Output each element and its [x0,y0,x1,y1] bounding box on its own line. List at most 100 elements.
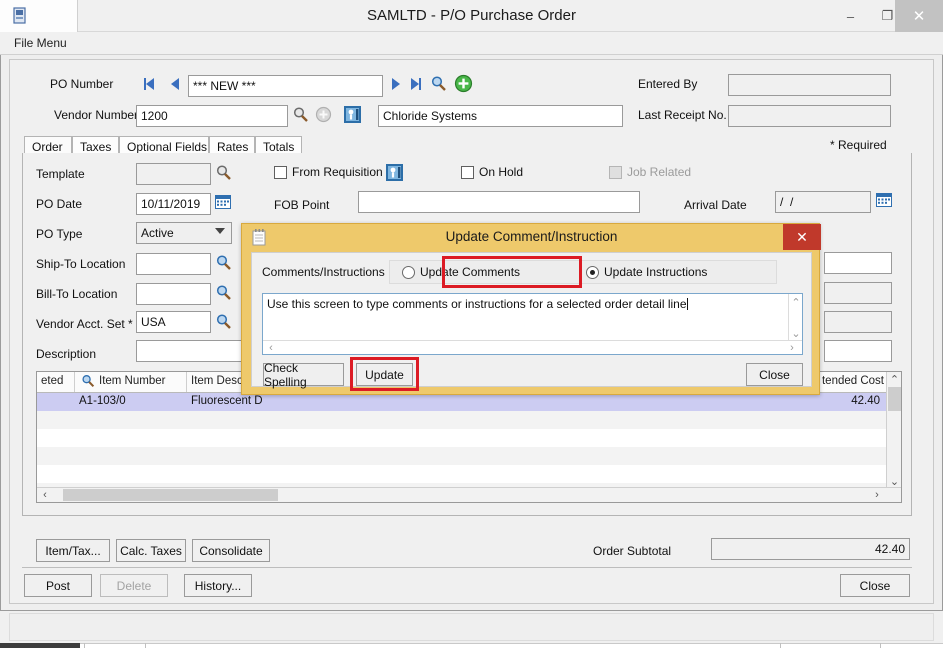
entered-by-input[interactable] [728,74,891,96]
order-subtotal-value: 42.40 [711,538,910,560]
table-row[interactable] [37,465,888,483]
po-type-select[interactable]: Active [136,222,232,244]
grid-scroll-up-icon[interactable]: ⌃ [887,372,902,386]
tab-rates-label: Rates [217,140,249,154]
menu-bar: File Menu [0,32,943,55]
new-record-icon[interactable] [454,74,473,93]
po-type-value: Active [141,226,174,240]
grid-scroll-down-icon[interactable]: ⌄ [887,474,902,488]
grid-hscroll-thumb[interactable] [63,489,278,501]
footer-divider [22,567,912,568]
on-hold-checkbox-box [461,165,474,179]
table-row[interactable] [37,447,888,465]
po-number-label: PO Number [50,77,114,91]
po-date-input[interactable] [136,193,211,215]
template-input[interactable] [136,163,211,185]
dialog-close-icon[interactable]: ✕ [783,224,821,250]
tab-optional-fields-label: Optional Fields [127,140,208,154]
fob-point-label: FOB Point [274,198,330,212]
fob-point-input[interactable] [358,191,640,213]
update-instructions-highlight [442,256,582,288]
taskbar-accent [0,643,80,648]
delete-button: Delete [100,574,168,597]
close-button[interactable]: Close [840,574,910,597]
vendor-acct-set-input[interactable] [136,311,211,333]
ship-to-location-input[interactable] [136,253,211,275]
grid-scroll-right-icon[interactable]: › [869,488,885,502]
window-title: SAMLTD - P/O Purchase Order [367,7,576,24]
order-subtotal-label: Order Subtotal [593,544,672,558]
template-finder-icon[interactable] [215,164,232,181]
item-tax-button[interactable]: Item/Tax... [36,539,110,562]
first-record-icon[interactable] [142,76,157,92]
last-record-icon[interactable] [408,76,423,92]
description-input[interactable] [136,340,246,362]
bill-to-location-input[interactable] [136,283,211,305]
grid-horizontal-scrollbar[interactable]: ‹ › [37,487,901,502]
textarea-vertical-scrollbar[interactable]: ⌃ ⌄ [788,294,802,341]
textarea-horizontal-scrollbar[interactable]: ‹ › [263,340,802,354]
grid-scroll-left-icon[interactable]: ‹ [37,488,53,502]
comment-textarea-wrapper[interactable]: Use this screen to type comments or inst… [262,293,803,355]
grid-vscroll-thumb[interactable] [888,387,901,411]
title-bar: SAMLTD - P/O Purchase Order – ❐ ✕ [0,0,943,32]
vendor-name-input[interactable] [378,105,623,127]
consolidate-button[interactable]: Consolidate [192,539,270,562]
vendor-acct-set-finder-icon[interactable] [215,313,232,330]
textarea-scroll-down-icon[interactable]: ⌄ [789,327,803,340]
textarea-scroll-up-icon[interactable]: ⌃ [789,296,803,309]
table-row[interactable]: A1-103/0 Fluorescent D 42.40 [37,393,888,411]
history-button[interactable]: History... [184,574,252,597]
bill-to-finder-icon[interactable] [215,284,232,301]
post-button[interactable]: Post [24,574,92,597]
on-hold-checkbox[interactable]: On Hold [461,165,523,179]
minimize-button[interactable]: – [832,0,869,32]
vendor-zoom-detail-icon[interactable] [343,105,362,124]
grid-col-completed[interactable]: eted [37,372,75,392]
next-record-icon[interactable] [388,76,403,92]
arrival-date-calendar-icon[interactable] [876,192,892,208]
vendor-number-input[interactable] [136,105,288,127]
job-related-checkbox-box [609,165,622,179]
taskbar-tick [780,643,781,648]
update-instructions-radio[interactable]: Update Instructions [586,265,707,279]
comment-textarea[interactable]: Use this screen to type comments or inst… [267,297,767,311]
requisition-zoom-detail-icon[interactable] [385,163,404,182]
textarea-scroll-right-icon[interactable]: › [786,341,798,355]
po-number-input[interactable] [188,75,383,97]
table-row[interactable] [37,411,888,429]
po-date-label: PO Date [36,197,83,211]
from-requisition-checkbox[interactable]: From Requisition [274,165,383,179]
hidden-field-3[interactable] [824,311,892,333]
comment-text-value: Use this screen to type comments or inst… [267,297,687,311]
calc-taxes-button[interactable]: Calc. Taxes [116,539,186,562]
po-date-calendar-icon[interactable] [215,194,231,210]
dialog-close-button[interactable]: Close [746,363,803,386]
vendor-new-icon[interactable] [315,106,332,123]
ship-to-finder-icon[interactable] [215,254,232,271]
previous-record-icon[interactable] [168,76,183,92]
from-requisition-label: From Requisition [292,165,383,179]
arrival-date-input[interactable] [775,191,871,213]
textarea-scroll-left-icon[interactable]: ‹ [265,341,277,355]
on-hold-label: On Hold [479,165,524,179]
vendor-finder-icon[interactable] [292,106,309,123]
grid-vertical-scrollbar[interactable]: ⌃ ⌄ [886,372,901,488]
table-row[interactable] [37,429,888,447]
cell-item-number: A1-103/0 [79,395,126,407]
tab-order-label: Order [32,140,63,154]
grid-item-number-finder-icon[interactable] [81,374,95,388]
hidden-field-4[interactable] [824,340,892,362]
po-number-finder-icon[interactable] [430,75,447,92]
vendor-number-label: Vendor Number [54,108,139,122]
ship-to-location-label: Ship-To Location [36,257,126,271]
check-spelling-button[interactable]: Check Spelling [263,361,344,389]
close-window-button[interactable]: ✕ [895,0,943,32]
menu-item-file-menu[interactable]: File Menu [14,36,67,50]
from-requisition-checkbox-box [274,165,287,179]
cell-extended-cost: 42.40 [851,395,880,407]
hidden-field-1[interactable] [824,252,892,274]
hidden-field-2[interactable] [824,282,892,304]
last-receipt-input[interactable] [728,105,891,127]
taskbar-strip [0,643,943,648]
